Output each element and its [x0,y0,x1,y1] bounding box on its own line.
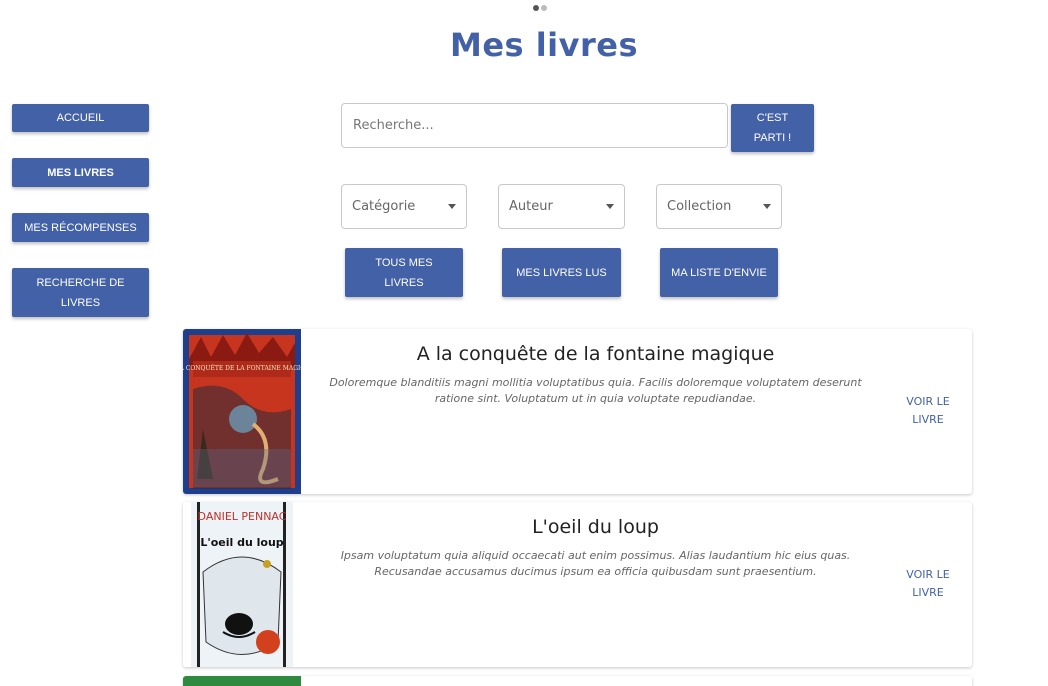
tab-all-books[interactable]: TOUS MES LIVRES [345,248,463,297]
search-button[interactable]: C'EST PARTI ! [731,104,814,152]
category-select-label: Catégorie [352,199,416,214]
tab-wishlist[interactable]: MA LISTE D'ENVIE [660,248,778,297]
author-select[interactable]: Auteur [498,184,625,229]
cover-title-text: L'oeil du loup [200,536,283,549]
book-description: Ipsam voluptatum quia aliquid occaecati … [340,549,851,578]
chevron-down-icon [763,204,771,209]
chevron-down-icon [606,204,614,209]
book-card [183,676,972,686]
search-input[interactable] [341,103,728,148]
collection-select[interactable]: Collection [656,184,782,229]
tab-read-books[interactable]: MES LIVRES LUS [502,248,621,297]
loading-indicator [533,0,553,11]
page-title: Mes livres [449,26,639,64]
cover-author-text: DANIEL PENNAC [198,510,287,523]
cover-title-text: A LA CONQUÊTE DE LA FONTAINE MAGIQUE [183,364,301,372]
sidebar-item-accueil[interactable]: ACCUEIL [12,104,149,132]
sidebar-item-recherche-de-livres[interactable]: RECHERCHE DE LIVRES [12,268,149,317]
book-cover-image: DANIEL PENNAC L'oeil du loup [183,502,301,667]
author-select-label: Auteur [509,199,553,214]
chevron-down-icon [448,204,456,209]
book-cover-image: A LA CONQUÊTE DE LA FONTAINE MAGIQUE [183,329,301,494]
book-card: A LA CONQUÊTE DE LA FONTAINE MAGIQUE A l… [183,329,972,494]
book-description: Doloremque blanditiis magni mollitia vol… [329,376,862,405]
book-title: A la conquête de la fontaine magique [416,343,775,365]
view-book-link[interactable]: VOIR LE LIVRE [898,393,958,429]
category-select[interactable]: Catégorie [341,184,467,229]
book-cover-image [183,676,301,686]
sidebar-item-mes-recompenses[interactable]: MES RÉCOMPENSES [12,213,149,242]
sidebar-item-mes-livres[interactable]: MES LIVRES [12,158,149,187]
book-card: DANIEL PENNAC L'oeil du loup L'oeil du l… [183,502,972,667]
collection-select-label: Collection [667,199,732,214]
book-title: L'oeil du loup [532,516,659,538]
view-book-link[interactable]: VOIR LE LIVRE [898,566,958,602]
